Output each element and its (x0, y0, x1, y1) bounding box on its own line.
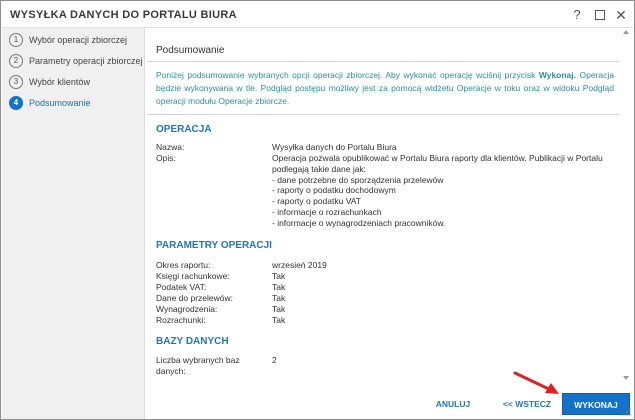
step-label: Wybór klientów (29, 77, 90, 87)
field-label: Okres raportu: (156, 260, 211, 270)
intro-bold: Wykonaj. (538, 70, 577, 80)
field-value: Tak (272, 304, 286, 314)
step-number-icon: 3 (9, 75, 23, 89)
step-item-1[interactable]: 1 Wybór operacji zbiorczej (9, 33, 144, 49)
intro-divider (147, 114, 619, 115)
field-value: 2 (272, 355, 277, 365)
cancel-button[interactable]: ANULUJ (433, 393, 473, 415)
maximize-icon[interactable] (592, 7, 608, 23)
page-title: Podsumowanie (156, 45, 225, 56)
step-label: Podsumowanie (29, 98, 91, 108)
field-label: Dane do przelewów: (156, 293, 234, 303)
section-heading-params: PARAMETRY OPERACJI (156, 240, 272, 251)
step-number-icon: 2 (9, 54, 23, 68)
scroll-down-icon[interactable] (623, 376, 629, 380)
field-value: Operacja pozwala opublikować w Portalu B… (272, 153, 603, 228)
field-label: Nazwa: (156, 142, 185, 152)
field-value: Tak (272, 271, 286, 281)
section-heading-databases: BAZY DANYCH (156, 336, 229, 347)
field-value: Wysyłka danych do Portalu Biura (272, 142, 397, 152)
field-value: Tak (272, 282, 286, 292)
dialog-title: WYSYŁKA DANYCH DO PORTALU BIURA (10, 9, 237, 21)
summary-panel: Podsumowanie Poniżej podsumowanie wybran… (147, 28, 619, 383)
field-label: Wynagrodzenia: (156, 304, 218, 314)
field-value: Tak (272, 315, 286, 325)
field-label: Księgi rachunkowe: (156, 271, 230, 281)
dialog-window: WYSYŁKA DANYCH DO PORTALU BIURA ? ✕ 1 Wy… (0, 0, 635, 420)
step-item-4[interactable]: 4 Podsumowanie (9, 96, 144, 112)
intro-text: Poniżej podsumowanie wybranych opcji ope… (156, 70, 614, 106)
field-label: Opis: (156, 153, 176, 163)
close-icon[interactable]: ✕ (613, 7, 629, 23)
execute-button[interactable]: WYKONAJ (562, 393, 630, 415)
scroll-up-icon[interactable] (623, 30, 629, 34)
step-number-icon: 1 (9, 33, 23, 47)
section-heading-operation: OPERACJA (156, 124, 212, 135)
field-value: Tak (272, 293, 286, 303)
red-arrow-icon (513, 371, 559, 394)
resize-grip-icon[interactable] (622, 407, 632, 417)
title-bar[interactable]: WYSYŁKA DANYCH DO PORTALU BIURA ? ✕ (2, 2, 633, 28)
vertical-scrollbar[interactable] (621, 28, 631, 383)
step-label: Wybór operacji zbiorczej (29, 35, 127, 45)
step-label: Parametry operacji zbiorczej (29, 56, 143, 66)
field-label: Podatek VAT: (156, 282, 207, 292)
step-item-2[interactable]: 2 Parametry operacji zbiorczej (9, 54, 144, 70)
field-value: wrzesień 2019 (272, 260, 327, 270)
step-item-3[interactable]: 3 Wybór klientów (9, 75, 144, 91)
help-icon[interactable]: ? (569, 7, 585, 23)
title-divider (147, 61, 619, 62)
field-label: Liczba wybranych baz danych: (156, 355, 240, 376)
row-operation-desc: Opis: Operacja pozwala opublikować w Por… (156, 153, 616, 233)
wizard-steps-sidebar: 1 Wybór operacji zbiorczej 2 Parametry o… (2, 28, 145, 419)
step-number-icon: 4 (9, 96, 23, 110)
field-label: Rozrachunki: (156, 315, 206, 325)
